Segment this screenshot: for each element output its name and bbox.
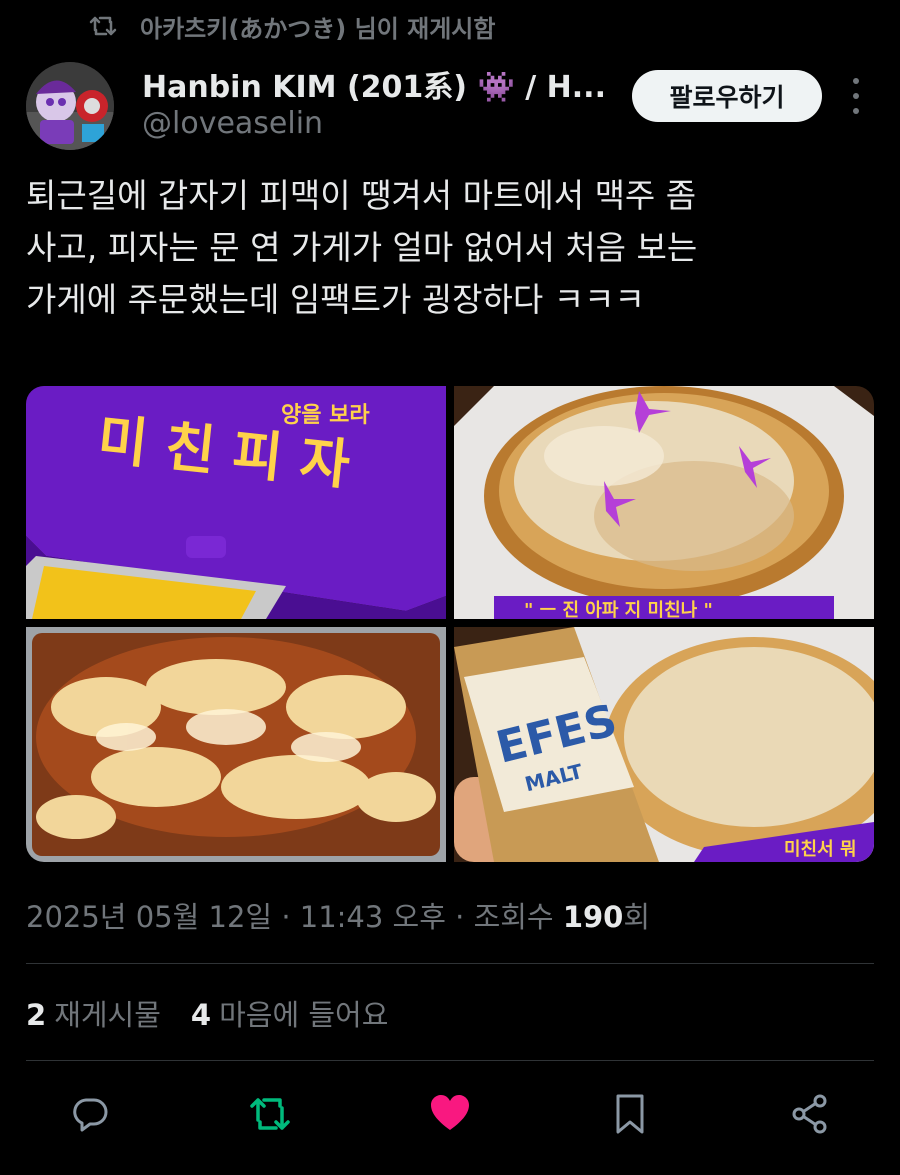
author-handle[interactable]: @loveaselin [142, 106, 323, 141]
like-button[interactable] [424, 1088, 476, 1140]
tweet-text: 퇴근길에 갑자기 피맥이 땡겨서 마트에서 맥주 좀 사고, 피자는 문 연 가… [26, 170, 876, 326]
reply-icon [73, 1098, 108, 1132]
views-suffix: 회 [623, 900, 651, 934]
likes-stat[interactable]: 4 마음에 들어요 [191, 992, 389, 1034]
separator-dot: · [281, 900, 300, 934]
more-dot [853, 93, 859, 99]
likes-count: 4 [190, 998, 212, 1032]
share-icon [792, 1094, 827, 1134]
share-button[interactable] [784, 1088, 836, 1140]
reposts-label: 재게시물 [54, 998, 161, 1032]
action-bar [0, 1088, 900, 1142]
box-text-top: 양을 보라 [281, 402, 370, 428]
tweet-line: 퇴근길에 갑자기 피맥이 땡겨서 마트에서 맥주 좀 [26, 176, 697, 215]
reposts-count: 2 [26, 998, 47, 1032]
banner-text: " ㅡ 진 아파 지 미친나 " [524, 600, 713, 619]
repost-header[interactable]: 아카츠키(あかつき) 님이 재게시함 [88, 8, 495, 44]
avatar[interactable] [26, 62, 114, 150]
repost-text: 아카츠키(あかつき) 님이 재게시함 [140, 14, 496, 43]
likes-label: 마음에 들어요 [219, 998, 389, 1032]
views-count: 190 [562, 900, 624, 934]
repost-icon [250, 1098, 290, 1130]
photo-beer-can[interactable]: 미친서 뭐 EFES MALT [454, 627, 874, 862]
photo-fries-pizza[interactable]: " ㅡ 진 아파 지 미친나 " [454, 386, 874, 619]
tweet-line: 사고, 피자는 문 연 가게가 얼마 없어서 처음 보는 [26, 228, 698, 267]
more-dot [853, 108, 859, 114]
heart-icon [431, 1095, 469, 1130]
divider [26, 963, 874, 964]
bookmark-button[interactable] [604, 1088, 656, 1140]
banner-text-2: 미친서 뭐 [784, 839, 857, 860]
follow-button[interactable]: 팔로우하기 [632, 70, 822, 122]
divider [26, 1060, 874, 1061]
bookmark-icon [616, 1094, 644, 1134]
avatar-image [26, 62, 114, 150]
repost-icon [89, 16, 117, 36]
tweet-date: 2025년 05월 12일 [26, 900, 273, 934]
more-dot [853, 78, 859, 84]
photo-pizza-box[interactable]: 양을 보라 미친피자 [26, 386, 446, 619]
photo-cheese-dish[interactable] [26, 627, 446, 862]
separator-dot: · [455, 900, 474, 934]
reply-button[interactable] [64, 1088, 116, 1140]
tweet-time: 11:43 오후 [299, 900, 446, 934]
views-label: 조회수 [473, 900, 554, 934]
engagement-stats: 2 재게시물 4 마음에 들어요 [26, 992, 388, 1034]
repost-button[interactable] [244, 1088, 296, 1140]
tweet-timestamp[interactable]: 2025년 05월 12일 · 11:43 오후 · 조회수 190회 [26, 894, 650, 936]
more-options-icon[interactable] [846, 78, 866, 114]
author-display-name[interactable]: Hanbin KIM (201系) 👾 / H... [142, 62, 612, 106]
tweet-line: 가게에 주문했는데 임팩트가 굉장하다 ㅋㅋㅋ [26, 280, 645, 319]
reposts-stat[interactable]: 2 재게시물 [26, 992, 161, 1034]
media-grid: 양을 보라 미친피자 " ㅡ 진 아파 지 미친나 " 미친서 뭐 EFES M… [26, 386, 874, 862]
